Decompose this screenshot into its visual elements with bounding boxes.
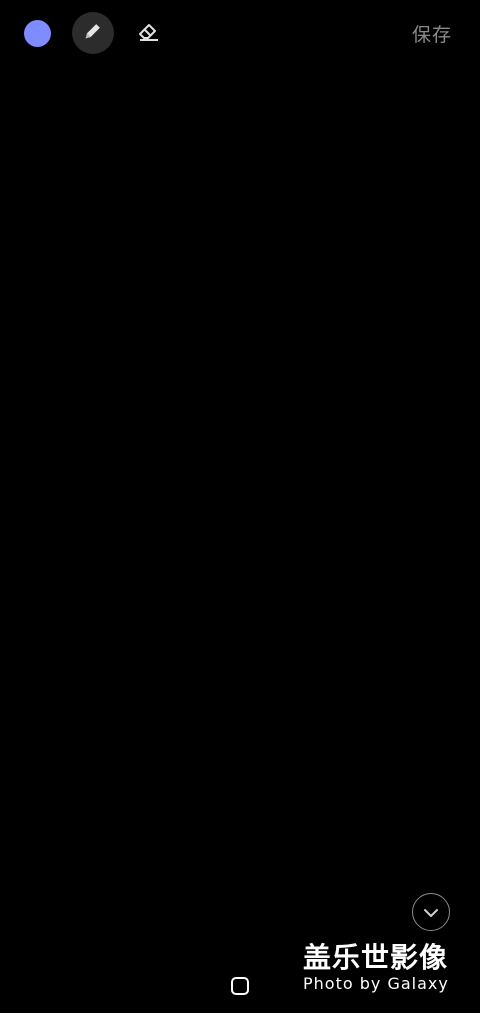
eraser-tool-button[interactable] (130, 14, 168, 52)
watermark-subtitle: Photo by Galaxy (303, 974, 449, 993)
pen-icon (82, 20, 104, 46)
chevron-down-icon (423, 903, 439, 922)
scroll-down-button[interactable] (412, 893, 450, 931)
drawing-toolbar: 保存 (0, 0, 480, 66)
photo-watermark: 盖乐世影像 Photo by Galaxy (303, 942, 463, 994)
save-button[interactable]: 保存 (412, 20, 452, 47)
pen-tool-button[interactable] (72, 12, 114, 54)
color-picker-swatch[interactable] (24, 20, 51, 47)
home-icon[interactable] (231, 977, 249, 995)
eraser-icon (137, 20, 161, 46)
watermark-title: 盖乐世影像 (303, 941, 449, 974)
drawing-canvas[interactable] (0, 66, 480, 953)
